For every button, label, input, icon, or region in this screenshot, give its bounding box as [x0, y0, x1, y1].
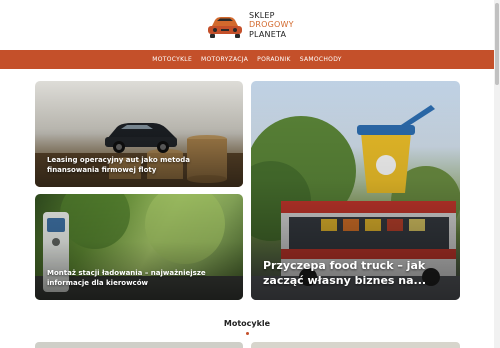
featured-card-leasing[interactable]: Leasing operacyjny aut jako metoda finan… [35, 81, 243, 187]
post-card-preview[interactable] [35, 342, 243, 348]
card-title[interactable]: Montaż stacji ładowania – najważniejsze … [47, 268, 222, 288]
car-logo-icon [205, 11, 245, 39]
logo-line-1: SKLEP [249, 10, 275, 20]
logo-line-2: DROGOWY [249, 20, 294, 30]
logo-text: SKLEP DROGOWY PLANETA [249, 11, 294, 40]
card-title[interactable]: Leasing operacyjny aut jako metoda finan… [47, 155, 217, 175]
nav-item-samochody[interactable]: SAMOCHODY [300, 56, 342, 63]
site-logo[interactable]: SKLEP DROGOWY PLANETA [205, 8, 294, 42]
featured-card-food-truck[interactable]: Przyczepa food truck – jak zacząć własny… [251, 81, 460, 300]
scrollbar[interactable] [494, 0, 500, 348]
page: SKLEP DROGOWY PLANETA MOTOCYKLE MOTORYZA… [0, 0, 500, 348]
nav-item-motocykle[interactable]: MOTOCYKLE [152, 56, 192, 63]
logo-line-3: PLANETA [249, 29, 287, 39]
card-title[interactable]: Przyczepa food truck – jak zacząć własny… [263, 258, 453, 288]
nav-item-poradnik[interactable]: PORADNIK [257, 56, 291, 63]
featured-card-charging[interactable]: Montaż stacji ładowania – najważniejsze … [35, 194, 243, 300]
section-title: Motocykle [223, 319, 271, 328]
section-divider [246, 332, 249, 335]
main-nav: MOTOCYKLE MOTORYZACJA PORADNIK SAMOCHODY [0, 50, 494, 69]
nav-item-motoryzacja[interactable]: MOTORYZACJA [201, 56, 248, 63]
post-card-preview[interactable] [251, 342, 460, 348]
scrollbar-thumb[interactable] [495, 3, 499, 85]
site-header: SKLEP DROGOWY PLANETA [0, 0, 494, 50]
